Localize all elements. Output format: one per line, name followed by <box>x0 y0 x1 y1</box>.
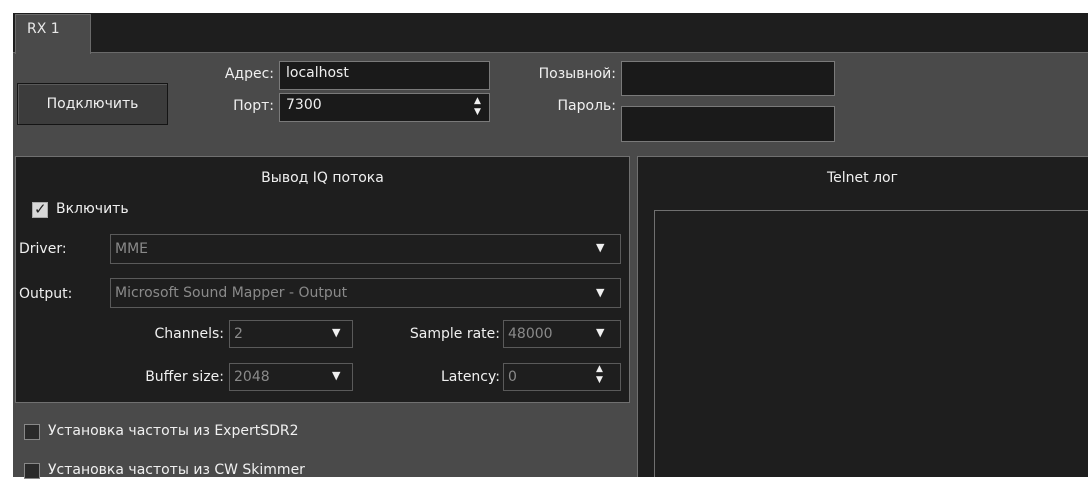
spin-down-icon[interactable]: ▼ <box>474 108 488 117</box>
password-label: Пароль: <box>557 98 616 114</box>
chevron-down-icon[interactable]: ▼ <box>596 326 604 339</box>
tab-rx1-label: RX 1 <box>27 21 60 37</box>
chevron-down-icon[interactable]: ▼ <box>332 369 340 382</box>
port-spin-buttons[interactable]: ▲ ▼ <box>474 97 488 119</box>
callsign-label: Позывной: <box>538 66 616 82</box>
buffer-size-label: Buffer size: <box>145 369 224 385</box>
tab-rx1[interactable]: RX 1 <box>15 14 91 54</box>
chevron-down-icon[interactable]: ▼ <box>596 286 604 299</box>
connect-button[interactable]: Подключить <box>17 83 168 125</box>
enable-checkbox[interactable]: ✓ <box>32 200 48 218</box>
output-value: Microsoft Sound Mapper - Output <box>115 285 348 301</box>
tab-bar <box>13 13 1088 53</box>
channels-label: Channels: <box>154 326 225 342</box>
checkmark-icon: ✓ <box>34 200 47 218</box>
buffer-size-value: 2048 <box>234 369 270 385</box>
driver-value: MME <box>115 241 149 257</box>
output-select[interactable]: Microsoft Sound Mapper - Output <box>110 278 621 308</box>
sample-rate-value: 48000 <box>508 326 553 342</box>
enable-label: Включить <box>56 201 129 217</box>
latency-spin-buttons[interactable]: ▲ ▼ <box>596 365 610 387</box>
telnet-log-area[interactable] <box>654 210 1088 477</box>
channels-value: 2 <box>234 326 243 342</box>
telnet-title: Telnet лог <box>827 170 898 186</box>
driver-select[interactable]: MME <box>110 234 621 264</box>
port-value: 7300 <box>286 97 322 113</box>
password-input[interactable] <box>621 106 835 142</box>
freq-skimmer-label: Установка частоты из CW Skimmer <box>48 462 305 478</box>
address-input[interactable]: localhost <box>279 61 490 90</box>
chevron-down-icon[interactable]: ▼ <box>332 326 340 339</box>
output-label: Output: <box>19 286 73 302</box>
iq-output-title: Вывод IQ потока <box>261 170 384 186</box>
address-label: Адрес: <box>224 66 274 82</box>
latency-label: Latency: <box>440 369 500 385</box>
driver-label: Driver: <box>19 241 67 257</box>
spin-up-icon[interactable]: ▲ <box>474 97 488 106</box>
port-label: Порт: <box>233 98 274 114</box>
callsign-input[interactable] <box>621 61 835 96</box>
freq-expertsdr-checkbox[interactable] <box>24 424 40 440</box>
latency-value: 0 <box>508 369 517 385</box>
spin-up-icon[interactable]: ▲ <box>596 365 610 374</box>
freq-expertsdr-label: Установка частоты из ExpertSDR2 <box>48 423 299 439</box>
port-spinbox[interactable]: 7300 <box>279 93 490 122</box>
spin-down-icon[interactable]: ▼ <box>596 376 610 385</box>
sample-rate-label: Sample rate: <box>409 326 500 342</box>
chevron-down-icon[interactable]: ▼ <box>596 241 604 254</box>
